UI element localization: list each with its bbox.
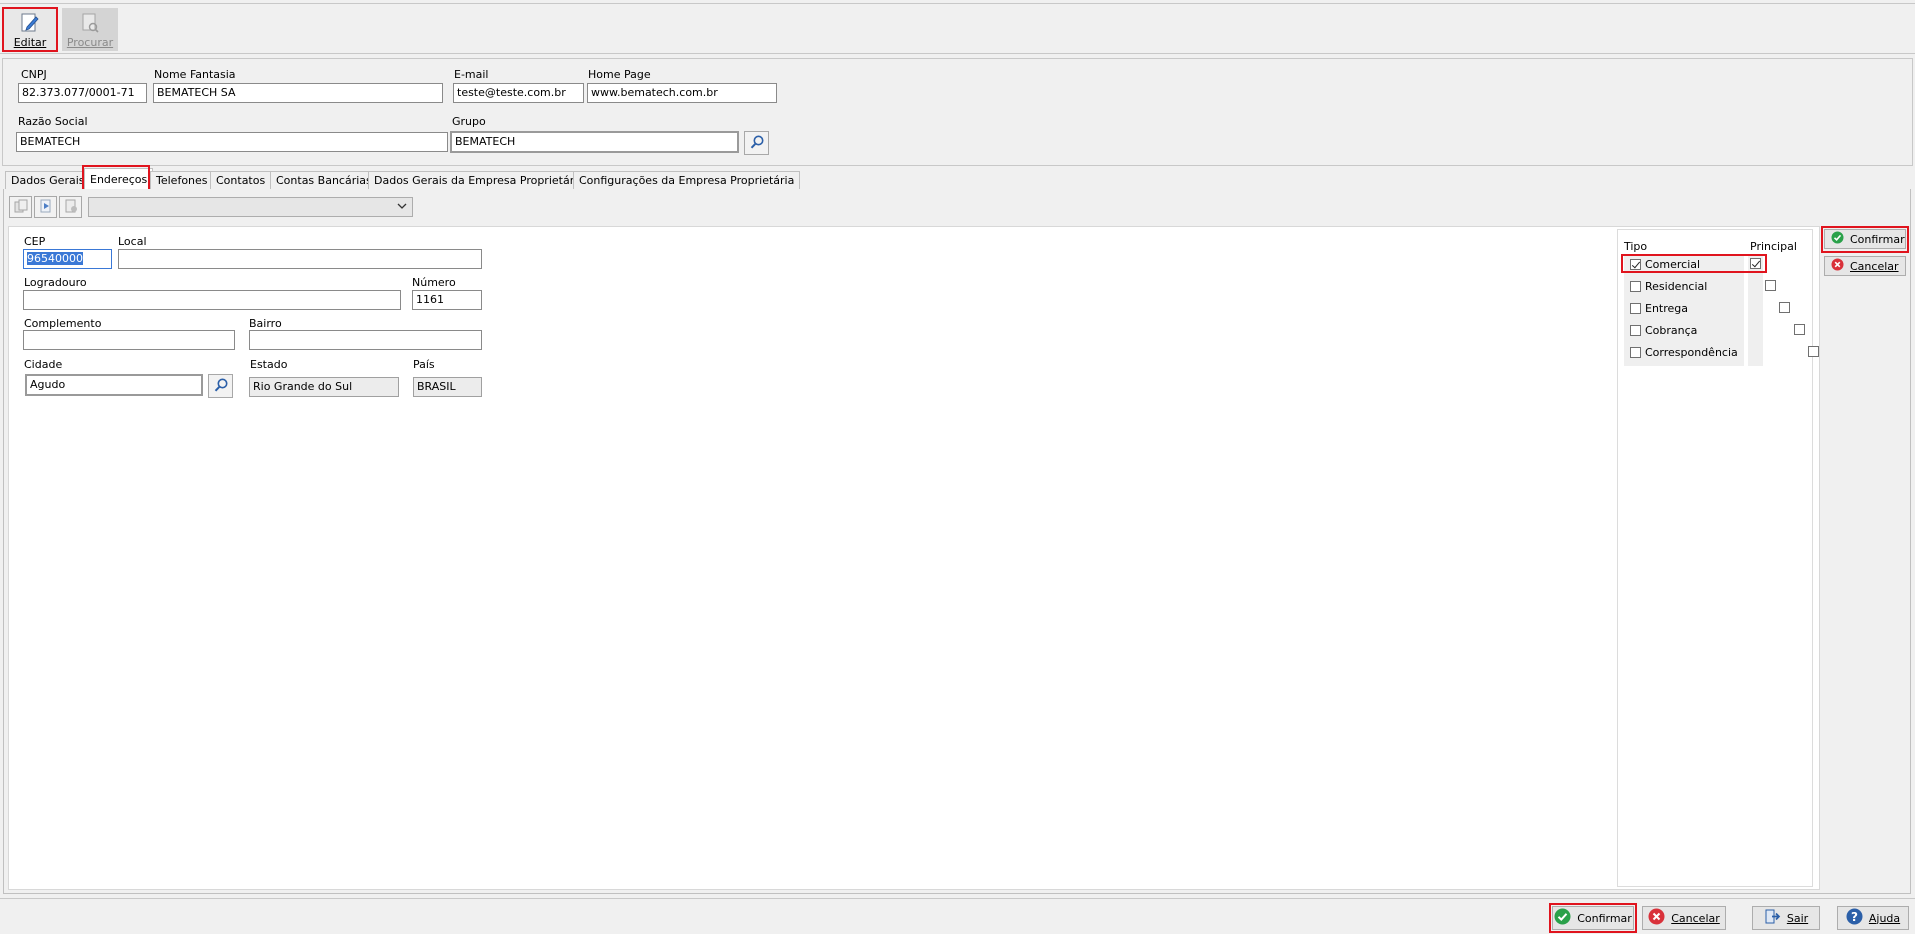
complemento-label: Complemento	[24, 317, 102, 330]
footer-exit-button[interactable]: Sair	[1752, 906, 1820, 930]
tab-enderecos-highlight	[82, 165, 150, 192]
principal-column-header: Principal	[1750, 240, 1797, 253]
search-icon	[213, 377, 229, 396]
numero-field[interactable]: 1161	[412, 290, 482, 310]
tipo-row-entrega[interactable]: Entrega	[1630, 301, 1688, 315]
bairro-label: Bairro	[249, 317, 282, 330]
cep-label: CEP	[24, 235, 46, 248]
cep-value: 96540000	[27, 252, 83, 265]
principal-checkbox-entrega[interactable]	[1779, 302, 1790, 313]
tipo-label-residencial: Residencial	[1645, 279, 1708, 293]
cancel-circle-icon	[1648, 908, 1665, 928]
side-cancel-label: Cancelar	[1850, 259, 1899, 273]
tipo-checkbox-residencial[interactable]	[1630, 280, 1641, 292]
help-icon: ?	[1846, 908, 1863, 928]
tab-dados-gerais-empresa[interactable]: Dados Gerais da Empresa Proprietária	[368, 171, 591, 189]
tipo-row-correspondencia[interactable]: Correspondência	[1630, 345, 1738, 359]
footer-confirm-highlight	[1549, 903, 1637, 933]
complemento-field[interactable]	[23, 330, 235, 350]
tipo-row-cobranca[interactable]: Cobrança	[1630, 323, 1697, 337]
delete-address-button[interactable]	[59, 196, 82, 218]
tipo-row-residencial[interactable]: Residencial	[1630, 279, 1707, 293]
side-cancel-button[interactable]: Cancelar	[1824, 256, 1906, 276]
logradouro-field[interactable]	[23, 290, 401, 310]
tipo-checkbox-entrega[interactable]	[1630, 302, 1641, 314]
pais-field: BRASIL	[413, 377, 482, 397]
exit-door-icon	[1764, 908, 1781, 928]
tipo-label-cobranca: Cobrança	[1645, 323, 1698, 337]
edit-button-highlight	[2, 7, 58, 52]
footer-cancel-label: Cancelar	[1671, 911, 1720, 925]
logradouro-label: Logradouro	[24, 276, 87, 289]
arrow-document-icon	[39, 199, 53, 216]
principal-checkbox-cobranca[interactable]	[1793, 324, 1805, 335]
tipo-label-entrega: Entrega	[1645, 301, 1689, 315]
footer-help-button[interactable]: ? Ajuda	[1837, 906, 1909, 930]
tipo-checkbox-correspondencia[interactable]	[1630, 346, 1641, 358]
razao-social-field[interactable]: BEMATECH	[16, 132, 448, 152]
numero-label: Número	[412, 276, 456, 289]
estado-label: Estado	[250, 358, 288, 371]
cnpj-field[interactable]: 82.373.077/0001-71	[18, 83, 147, 103]
nome-fantasia-field[interactable]: BEMATECH SA	[153, 83, 443, 103]
tab-dados-gerais[interactable]: Dados Gerais	[5, 171, 91, 189]
pais-label: País	[413, 358, 435, 371]
bairro-field[interactable]	[249, 330, 482, 350]
footer-exit-label: Sair	[1786, 911, 1809, 925]
tipo-column-header: Tipo	[1624, 240, 1648, 253]
grupo-field[interactable]: BEMATECH	[450, 131, 739, 153]
footer-cancel-button[interactable]: Cancelar	[1642, 906, 1726, 930]
local-label: Local	[118, 235, 147, 248]
cep-field[interactable]: 96540000	[23, 249, 112, 269]
email-label: E-mail	[454, 68, 489, 81]
toolbar: Editar Procurar	[0, 4, 1915, 54]
copy-icon	[14, 199, 28, 216]
tipo-checkbox-cobranca[interactable]	[1630, 324, 1641, 336]
cnpj-label: CNPJ	[21, 68, 47, 81]
principal-checkbox-residencial[interactable]	[1764, 280, 1776, 291]
principal-checkbox-correspondencia[interactable]	[1808, 346, 1819, 357]
cidade-search-button[interactable]	[208, 374, 233, 398]
copy-address-button[interactable]	[9, 196, 32, 218]
comercial-row-highlight	[1621, 254, 1767, 273]
nome-fantasia-label: Nome Fantasia	[154, 68, 236, 81]
address-select[interactable]	[88, 197, 413, 217]
grupo-label: Grupo	[452, 115, 486, 128]
tab-telefones[interactable]: Telefones	[150, 171, 214, 189]
tab-contas-bancarias[interactable]: Contas Bancárias	[270, 171, 378, 189]
search-toolbar-button[interactable]: Procurar	[62, 8, 118, 51]
document-search-icon	[79, 12, 101, 37]
estado-field: Rio Grande do Sul	[249, 377, 399, 397]
home-page-label: Home Page	[588, 68, 651, 81]
footer-help-label: Ajuda	[1868, 911, 1901, 925]
tab-configuracoes-empresa[interactable]: Configurações da Empresa Proprietária	[573, 171, 801, 189]
side-confirm-highlight	[1821, 226, 1909, 253]
search-icon	[749, 134, 765, 153]
razao-social-label: Razão Social	[18, 115, 88, 128]
cancel-circle-icon	[1831, 258, 1844, 274]
home-page-field[interactable]: www.bematech.com.br	[587, 83, 777, 103]
grupo-search-button[interactable]	[744, 131, 769, 155]
tab-contatos[interactable]: Contatos	[210, 171, 272, 189]
select-address-button[interactable]	[34, 196, 57, 218]
tipo-label-correspondencia: Correspondência	[1645, 345, 1738, 359]
svg-text:?: ?	[1851, 910, 1858, 924]
remove-document-icon	[64, 199, 78, 216]
chevron-down-icon	[397, 201, 407, 214]
local-field[interactable]	[118, 249, 482, 269]
email-field[interactable]: teste@teste.com.br	[453, 83, 584, 103]
search-toolbar-label: Procurar	[66, 36, 114, 49]
cidade-label: Cidade	[24, 358, 63, 371]
cidade-field[interactable]: Agudo	[25, 374, 203, 396]
